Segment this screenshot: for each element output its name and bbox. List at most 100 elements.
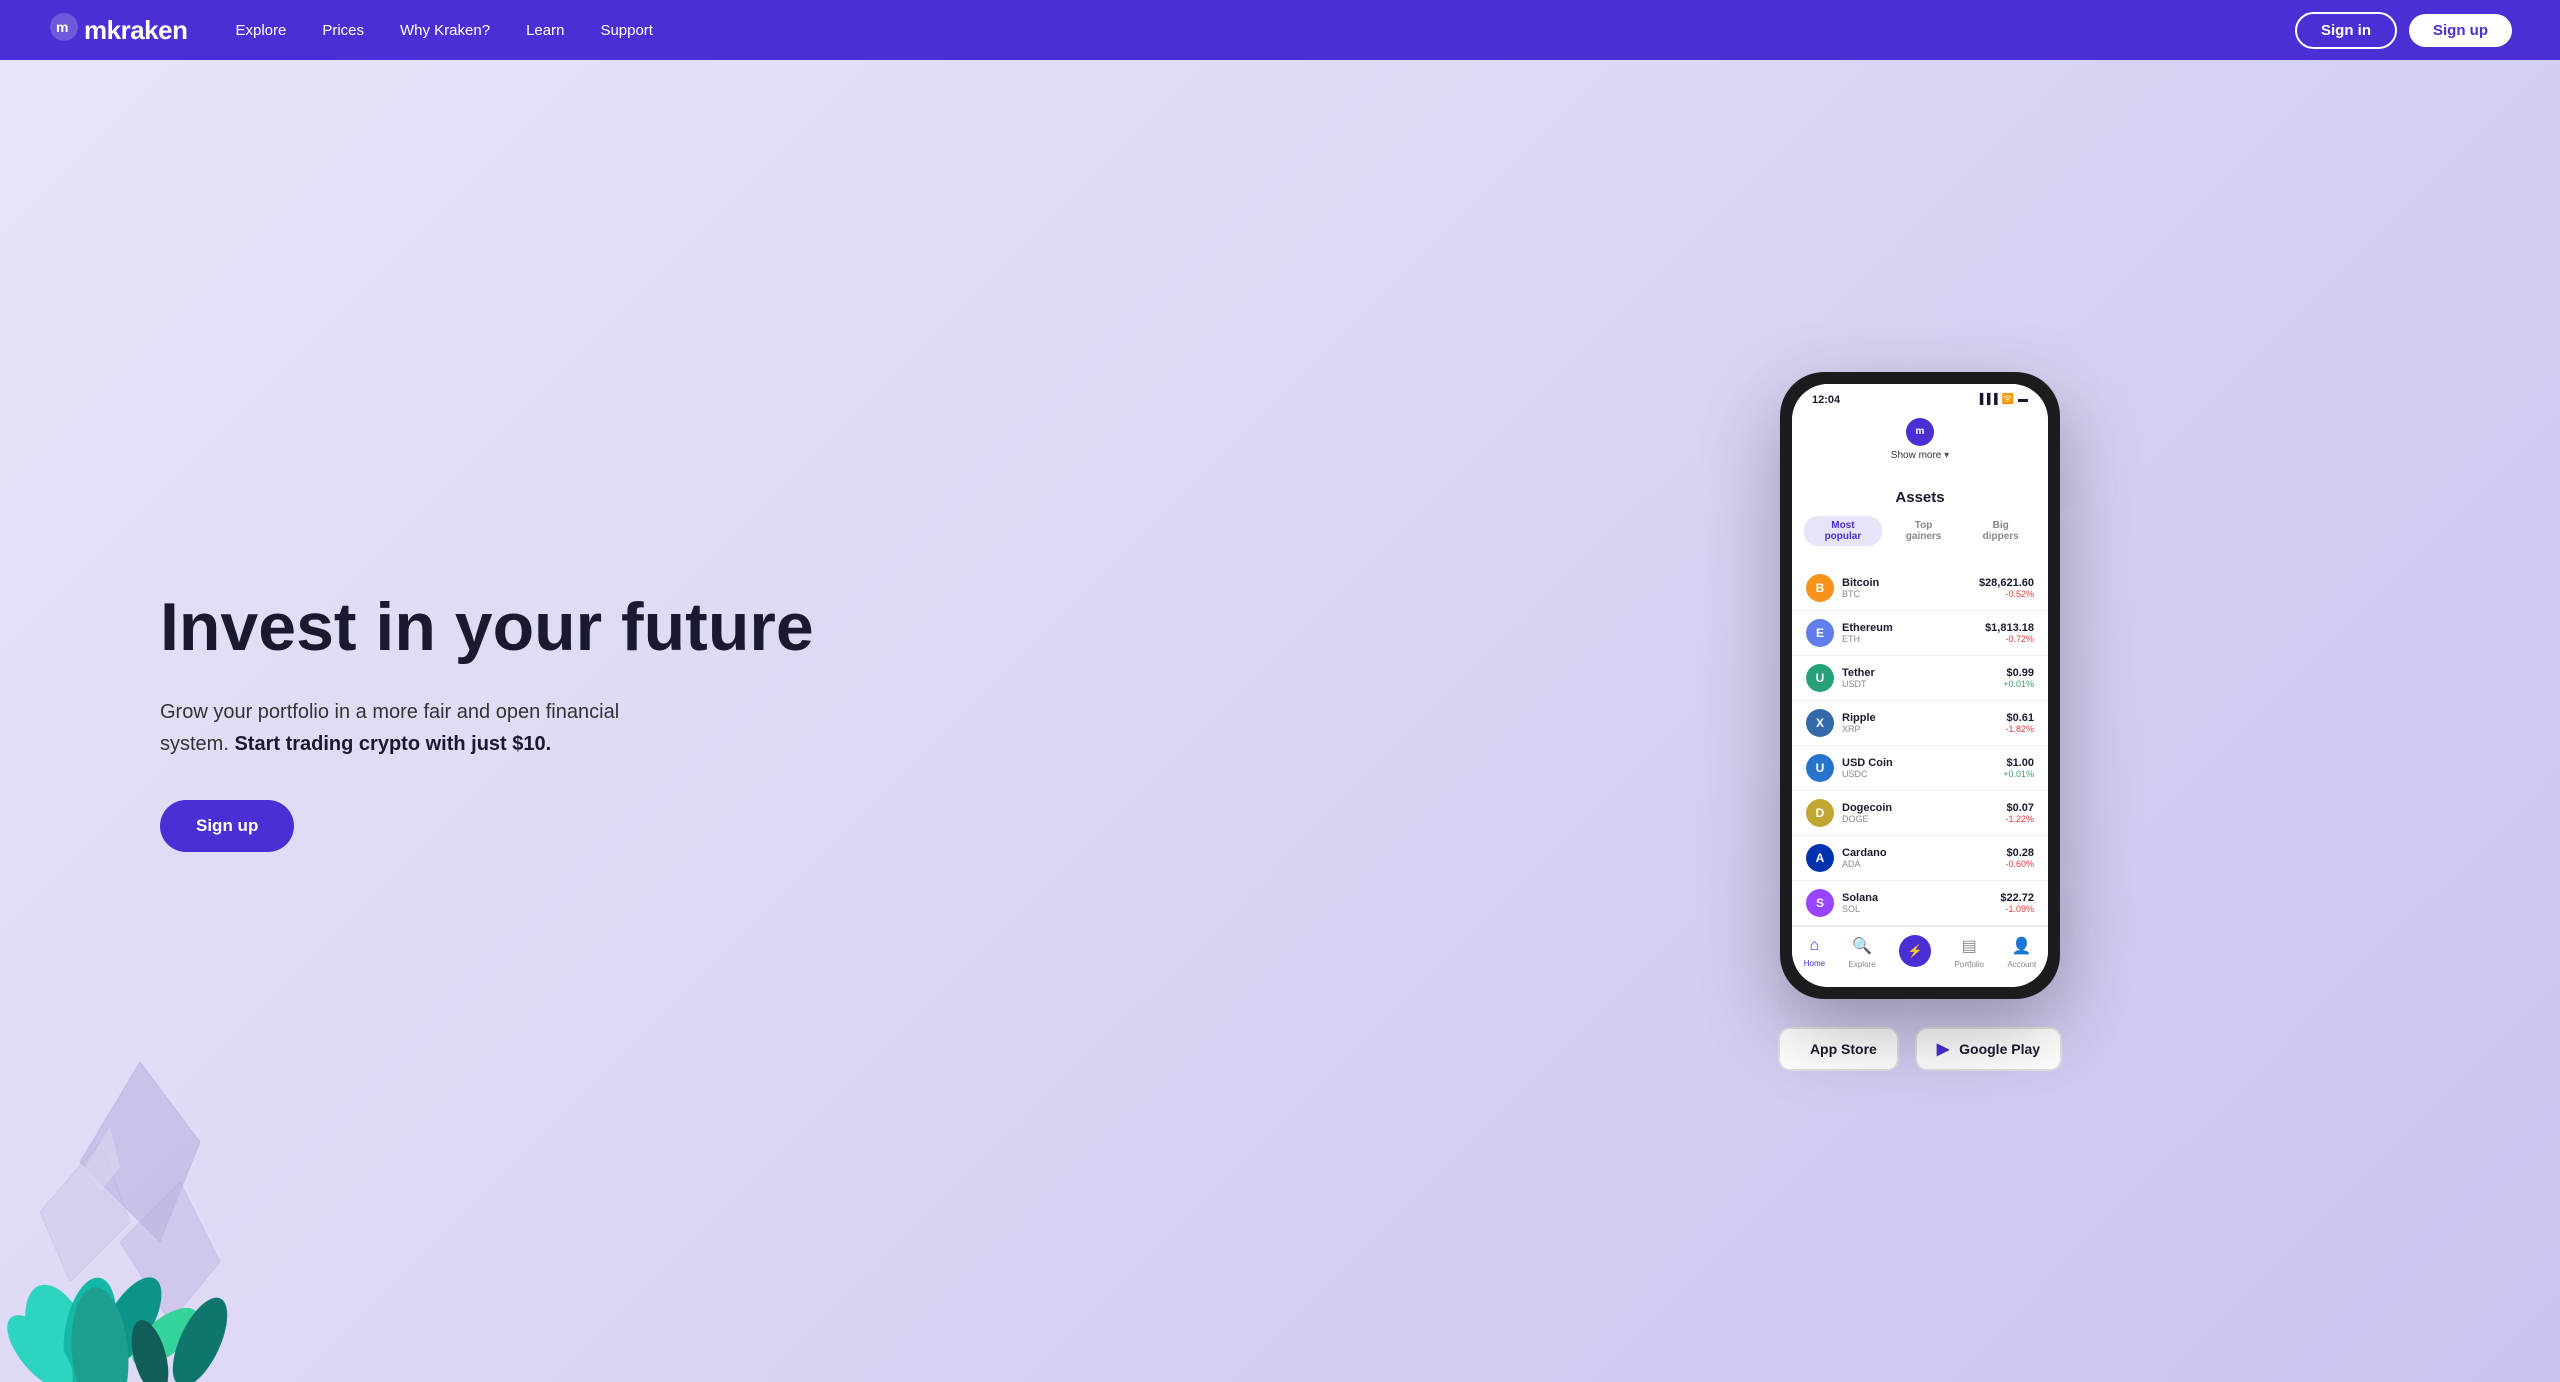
asset-icon: B [1806,574,1834,602]
assets-tabs: Most popular Top gainers Big dippers [1792,516,2048,556]
phone-bottom-nav: ⌂ Home 🔍 Explore ⚡ ▤ Portfolio [1792,926,2048,987]
nav-links: Explore Prices Why Kraken? Learn Support [235,22,2295,39]
logo[interactable]: m mkraken [48,11,187,49]
svg-text:m: m [56,19,68,35]
asset-symbol: USDT [1842,679,2003,689]
asset-value: $1,813.18 [1985,622,2034,634]
bottom-nav-trade[interactable]: ⚡ [1899,935,1931,971]
asset-item[interactable]: U USD Coin USDC $1.00 +0.01% [1792,746,2048,791]
asset-price: $1,813.18 -0.72% [1985,622,2034,644]
asset-name: Solana [1842,892,2000,904]
asset-icon: D [1806,799,1834,827]
navbar: m mkraken Explore Prices Why Kraken? Lea… [0,0,2560,60]
asset-item[interactable]: D Dogecoin DOGE $0.07 -1.22% [1792,791,2048,836]
asset-change: -0.72% [1985,634,2034,644]
bottom-nav-home[interactable]: ⌂ Home [1804,937,1825,968]
asset-info: Cardano ADA [1842,847,2005,869]
signup-button-nav[interactable]: Sign up [2409,14,2512,47]
asset-change: -0.60% [2005,859,2034,869]
asset-symbol: XRP [1842,724,2005,734]
asset-price: $0.07 -1.22% [2005,802,2034,824]
phone-header: m Show more ▾ [1792,412,2048,473]
nav-why-kraken[interactable]: Why Kraken? [400,22,490,39]
nav-explore[interactable]: Explore [235,22,286,39]
asset-icon: X [1806,709,1834,737]
asset-name: Tether [1842,667,2003,679]
asset-icon: U [1806,754,1834,782]
asset-icon: S [1806,889,1834,917]
asset-change: +0.01% [2003,769,2034,779]
asset-info: Ripple XRP [1842,712,2005,734]
asset-change: +0.01% [2003,679,2034,689]
wifi-icon: 🛜 [2002,394,2014,405]
google-play-label: Google Play [1959,1041,2040,1057]
explore-icon: 🔍 [1852,936,1872,956]
asset-info: Dogecoin DOGE [1842,802,2005,824]
asset-value: $0.07 [2005,802,2034,814]
nav-learn[interactable]: Learn [526,22,564,39]
asset-item[interactable]: A Cardano ADA $0.28 -0.60% [1792,836,2048,881]
bottom-nav-portfolio[interactable]: ▤ Portfolio [1955,936,1984,969]
asset-name: Cardano [1842,847,2005,859]
asset-price: $0.99 +0.01% [2003,667,2034,689]
asset-info: Ethereum ETH [1842,622,1985,644]
phone-screen: 12:04 ▐▐▐ 🛜 ▬ m Show more ▾ Asset [1792,384,2048,987]
app-store-button[interactable]: App Store [1778,1027,1899,1071]
asset-item[interactable]: X Ripple XRP $0.61 -1.82% [1792,701,2048,746]
asset-change: -1.82% [2005,724,2034,734]
hero-right: 12:04 ▐▐▐ 🛜 ▬ m Show more ▾ Asset [1360,60,2560,1382]
show-more[interactable]: Show more ▾ [1808,450,2032,461]
tab-top-gainers[interactable]: Top gainers [1888,516,1960,546]
asset-symbol: DOGE [1842,814,2005,824]
tab-most-popular[interactable]: Most popular [1804,516,1882,546]
asset-info: Bitcoin BTC [1842,577,1979,599]
hero-subtitle: Grow your portfolio in a more fair and o… [160,696,640,760]
phone-status-bar: 12:04 ▐▐▐ 🛜 ▬ [1792,384,2048,412]
asset-name: Bitcoin [1842,577,1979,589]
status-time: 12:04 [1812,394,1840,406]
hero-subtitle-bold: Start trading crypto with just $10. [234,733,551,755]
signup-button-hero[interactable]: Sign up [160,800,294,852]
asset-symbol: ADA [1842,859,2005,869]
asset-value: $0.28 [2005,847,2034,859]
asset-item[interactable]: S Solana SOL $22.72 -1.09% [1792,881,2048,926]
asset-change: -1.22% [2005,814,2034,824]
asset-icon: A [1806,844,1834,872]
asset-symbol: ETH [1842,634,1985,644]
nav-prices[interactable]: Prices [322,22,364,39]
home-icon: ⌂ [1810,937,1820,955]
asset-icon: U [1806,664,1834,692]
asset-value: $0.61 [2005,712,2034,724]
app-store-label: App Store [1810,1041,1877,1057]
asset-item[interactable]: U Tether USDT $0.99 +0.01% [1792,656,2048,701]
asset-list: B Bitcoin BTC $28,621.60 -0.52% E Ethere… [1792,566,2048,926]
logo-text: mkraken [84,15,187,46]
asset-change: -0.52% [1979,589,2034,599]
asset-price: $28,621.60 -0.52% [1979,577,2034,599]
nav-actions: Sign in Sign up [2295,12,2512,49]
google-play-button[interactable]: ▶ Google Play [1915,1027,2062,1071]
asset-item[interactable]: B Bitcoin BTC $28,621.60 -0.52% [1792,566,2048,611]
asset-price: $1.00 +0.01% [2003,757,2034,779]
play-icon: ▶ [1937,1039,1949,1059]
asset-info: USD Coin USDC [1842,757,2003,779]
asset-symbol: USDC [1842,769,2003,779]
hero-title: Invest in your future [160,590,1280,665]
asset-value: $28,621.60 [1979,577,2034,589]
asset-item[interactable]: E Ethereum ETH $1,813.18 -0.72% [1792,611,2048,656]
bottom-nav-account[interactable]: 👤 Account [2007,936,2036,969]
signin-button[interactable]: Sign in [2295,12,2397,49]
bottom-nav-explore[interactable]: 🔍 Explore [1849,936,1876,969]
asset-symbol: BTC [1842,589,1979,599]
asset-name: Ripple [1842,712,2005,724]
asset-price: $22.72 -1.09% [2000,892,2034,914]
nav-support[interactable]: Support [600,22,653,39]
asset-name: USD Coin [1842,757,2003,769]
phone-app-logo: m [1906,418,1934,446]
asset-change: -1.09% [2000,904,2034,914]
asset-value: $1.00 [2003,757,2034,769]
tab-big-dippers[interactable]: Big dippers [1965,516,2036,546]
asset-icon: E [1806,619,1834,647]
asset-info: Solana SOL [1842,892,2000,914]
asset-name: Dogecoin [1842,802,2005,814]
